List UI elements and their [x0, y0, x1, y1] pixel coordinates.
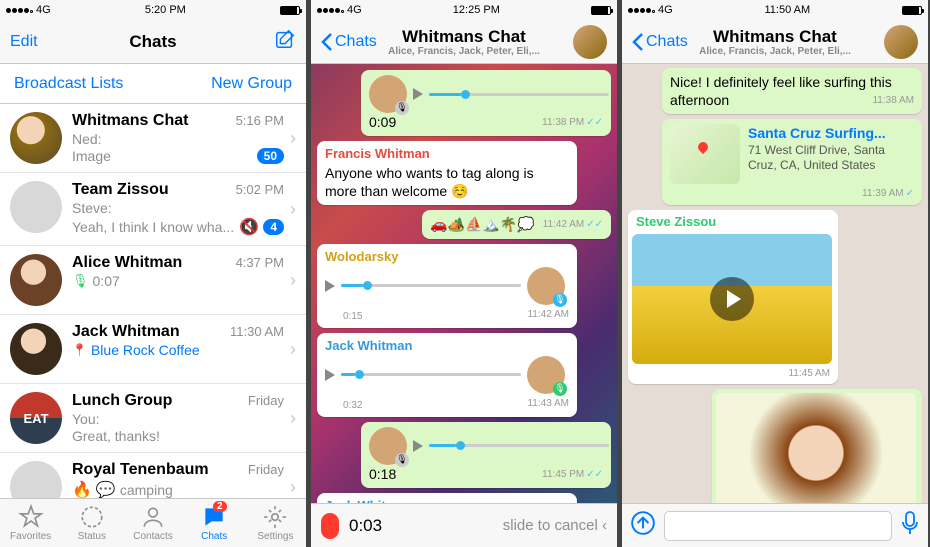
- voice-record-button[interactable]: [900, 510, 920, 541]
- muted-icon: 🔇: [239, 217, 259, 237]
- mic-icon: 🎙: [553, 382, 567, 396]
- broadcast-lists-link[interactable]: Broadcast Lists: [14, 75, 123, 93]
- group-avatar[interactable]: [573, 25, 607, 59]
- play-icon[interactable]: [413, 88, 423, 100]
- status-bar: 4G 12:25 PM: [311, 0, 617, 20]
- recording-bar: 0:03 slide to cancel ‹: [311, 503, 617, 547]
- mic-icon: 🎙: [395, 453, 409, 467]
- text-message-out[interactable]: Nice! I definitely feel like surfing thi…: [662, 68, 922, 114]
- unread-badge: 4: [263, 219, 284, 235]
- status-bar: 4G 11:50 AM: [622, 0, 928, 20]
- back-button[interactable]: Chats: [632, 32, 688, 52]
- location-message-out[interactable]: Santa Cruz Surfing... 71 West Cliff Driv…: [662, 119, 922, 205]
- chat-row[interactable]: EAT Lunch GroupFriday You: Great, thanks…: [0, 384, 306, 453]
- mic-icon: 🎙: [72, 273, 89, 289]
- read-tick-icon: ✓✓: [586, 116, 603, 129]
- avatar: [10, 461, 62, 498]
- voice-message-out[interactable]: 🎙 0:1811:45 PM✓✓: [361, 422, 611, 488]
- tab-status[interactable]: Status: [61, 499, 122, 547]
- chat-row[interactable]: Whitmans Chat5:16 PM Ned: Image50 ›: [0, 104, 306, 173]
- unread-badge: 50: [257, 148, 284, 164]
- input-bar: [622, 503, 928, 547]
- play-icon[interactable]: [325, 280, 335, 292]
- tab-chats[interactable]: 2Chats: [184, 499, 245, 547]
- tab-settings[interactable]: Settings: [245, 499, 306, 547]
- tab-badge: 2: [213, 501, 227, 512]
- chat-list: Whitmans Chat5:16 PM Ned: Image50 › Team…: [0, 104, 306, 498]
- nav-bar: Chats Whitmans ChatAlice, Francis, Jack,…: [311, 20, 617, 64]
- page-title: Chats: [0, 32, 306, 52]
- chat-row[interactable]: Jack Whitman11:30 AM 📍Blue Rock Coffee ›: [0, 315, 306, 384]
- recording-duration: 0:03: [349, 516, 382, 536]
- messages-list: Nice! I definitely feel like surfing thi…: [622, 64, 928, 503]
- avatar: [10, 254, 62, 306]
- voice-message-out[interactable]: 🎙 0:0911:38 PM✓✓: [361, 70, 611, 136]
- voice-message-in[interactable]: Jack Whitman 🎙 0:3211:43 AM: [317, 333, 577, 417]
- tab-favorites[interactable]: Favorites: [0, 499, 61, 547]
- chat-row[interactable]: Alice Whitman4:37 PM 🎙0:07 ›: [0, 246, 306, 315]
- attach-button[interactable]: [630, 510, 656, 541]
- group-avatar[interactable]: [884, 25, 918, 59]
- back-button[interactable]: Chats: [321, 32, 377, 52]
- pin-icon: 📍: [72, 343, 87, 357]
- compose-button[interactable]: [274, 28, 296, 55]
- fire-icon: 🔥: [72, 480, 92, 498]
- play-icon[interactable]: [413, 440, 423, 452]
- battery-icon: [280, 6, 300, 15]
- text-message-in[interactable]: Francis Whitman Anyone who wants to tag …: [317, 141, 577, 205]
- video-message-in[interactable]: Steve Zissou 11:45 AM: [628, 210, 838, 384]
- avatar: [10, 112, 62, 164]
- chevron-right-icon: ›: [290, 408, 296, 429]
- chevron-right-icon: ›: [290, 128, 296, 149]
- image-message-out[interactable]: 11:48 PM✓✓: [712, 389, 922, 503]
- phone-chat-media: 4G 11:50 AM Chats Whitmans ChatAlice, Fr…: [622, 0, 928, 547]
- mic-icon: 🎙: [553, 293, 567, 307]
- chevron-right-icon: ›: [290, 199, 296, 220]
- avatar: [10, 181, 62, 233]
- emoji-message-out[interactable]: 🚗🏕️⛵🏔️🌴💭11:42 AM✓✓: [422, 210, 611, 238]
- mic-icon: 🎙: [395, 101, 409, 115]
- recording-mic-icon: [321, 513, 339, 539]
- voice-message-in[interactable]: Jack Whitman 🎙: [317, 493, 577, 503]
- chevron-right-icon: ›: [290, 339, 296, 360]
- message-input[interactable]: [664, 511, 892, 541]
- chevron-right-icon: ›: [290, 270, 296, 291]
- new-group-link[interactable]: New Group: [211, 75, 292, 93]
- image-thumbnail[interactable]: [716, 393, 916, 503]
- avatar: EAT: [10, 392, 62, 444]
- chevron-right-icon: ›: [290, 477, 296, 498]
- play-overlay-icon[interactable]: [710, 277, 754, 321]
- phone-chats-list: 4G 5:20 PM Edit Chats Broadcast Lists Ne…: [0, 0, 306, 547]
- chat-row[interactable]: Team Zissou5:02 PM Steve: Yeah, I think …: [0, 173, 306, 246]
- signal-dots-icon: [6, 4, 34, 16]
- status-bar: 4G 5:20 PM: [0, 0, 306, 20]
- avatar: 🎙: [369, 75, 407, 113]
- avatar: [10, 323, 62, 375]
- chat-row[interactable]: Royal TenenbaumFriday 🔥💬camping ›: [0, 453, 306, 498]
- tab-bar: Favorites Status Contacts 2Chats Setting…: [0, 498, 306, 547]
- sub-bar: Broadcast Lists New Group: [0, 64, 306, 104]
- tab-contacts[interactable]: Contacts: [122, 499, 183, 547]
- clock: 5:20 PM: [145, 4, 186, 16]
- slide-to-cancel[interactable]: slide to cancel ‹: [503, 517, 607, 534]
- video-thumbnail[interactable]: [632, 234, 832, 364]
- map-thumbnail: [670, 124, 740, 184]
- messages-list: 🎙 0:0911:38 PM✓✓ Francis Whitman Anyone …: [311, 64, 617, 503]
- nav-bar: Edit Chats: [0, 20, 306, 64]
- chat-icon: 💬: [96, 480, 116, 498]
- nav-bar: Chats Whitmans ChatAlice, Francis, Jack,…: [622, 20, 928, 64]
- phone-group-chat: 4G 12:25 PM Chats Whitmans ChatAlice, Fr…: [311, 0, 617, 547]
- voice-message-in[interactable]: Wolodarsky 🎙 0:1511:42 AM: [317, 244, 577, 328]
- edit-button[interactable]: Edit: [10, 33, 38, 51]
- play-icon[interactable]: [325, 369, 335, 381]
